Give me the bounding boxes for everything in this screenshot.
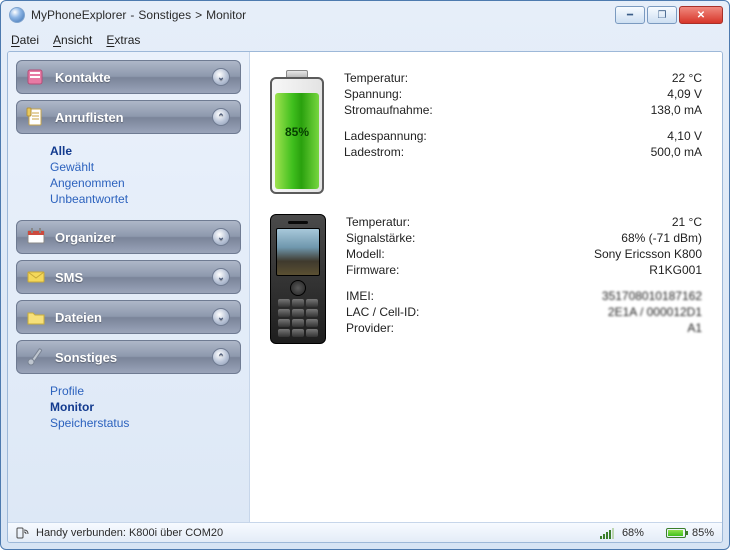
calllist-icon <box>25 106 47 128</box>
metric-value: 68% (-71 dBm) <box>621 231 702 245</box>
sidebar-item-anruflisten[interactable]: Anruflisten ⌃ <box>16 100 241 134</box>
sidebar-item-label: Organizer <box>55 230 212 245</box>
chevron-up-icon: ⌃ <box>212 108 230 126</box>
status-signal: 68% <box>622 527 644 539</box>
breadcrumb-page: Monitor <box>206 8 246 22</box>
metric-value: 2E1A / 000012D1 <box>608 305 702 319</box>
metric-value: A1 <box>687 321 702 335</box>
metric-value: 500,0 mA <box>651 145 702 159</box>
sidebar: Kontakte ⌄ Anruflisten ⌃ Alle Gewählt An… <box>8 52 250 522</box>
metric-value: 4,10 V <box>667 129 702 143</box>
folder-icon <box>25 306 47 328</box>
metric-value: 22 °C <box>672 71 702 85</box>
metric-key: Stromaufnahme: <box>344 103 433 117</box>
menu-file[interactable]: Datei <box>11 33 39 47</box>
metric-value: 4,09 V <box>667 87 702 101</box>
sidebar-subitem-monitor[interactable]: Monitor <box>50 400 233 414</box>
phone-section: Temperatur: 21 °C Signalstärke: 68% (-71 d… <box>270 214 702 344</box>
sidebar-item-dateien[interactable]: Dateien ⌄ <box>16 300 241 334</box>
contacts-icon <box>25 66 47 88</box>
sidebar-subitem-unbeantwortet[interactable]: Unbeantwortet <box>50 192 233 206</box>
metric-value: 351708010187162 <box>602 289 702 303</box>
metric-key: Ladestrom: <box>344 145 404 159</box>
metric-key: Modell: <box>346 247 385 261</box>
metric-key: LAC / Cell-ID: <box>346 305 419 319</box>
battery-status-icon <box>666 528 686 538</box>
metric-key: Ladespannung: <box>344 129 427 143</box>
status-battery: 85% <box>692 527 714 539</box>
tools-icon <box>25 346 47 368</box>
battery-percent: 85% <box>285 125 309 139</box>
chevron-down-icon: ⌄ <box>212 228 230 246</box>
sidebar-item-sms[interactable]: SMS ⌄ <box>16 260 241 294</box>
chevron-down-icon: ⌄ <box>212 308 230 326</box>
metric-key: Firmware: <box>346 263 399 277</box>
statusbar: Handy verbunden: K800i über COM20 68% 85… <box>8 522 722 542</box>
sidebar-item-label: SMS <box>55 270 212 285</box>
anruflisten-subitems: Alle Gewählt Angenommen Unbeantwortet <box>16 140 241 214</box>
status-connection: Handy verbunden: K800i über COM20 <box>36 527 223 539</box>
minimize-button[interactable]: ━ <box>615 6 645 24</box>
metric-value: R1KG001 <box>649 263 702 277</box>
sidebar-item-label: Dateien <box>55 310 212 325</box>
phone-icon <box>270 214 326 344</box>
sidebar-item-label: Sonstiges <box>55 350 212 365</box>
sidebar-subitem-speicherstatus[interactable]: Speicherstatus <box>50 416 233 430</box>
chevron-down-icon: ⌄ <box>212 268 230 286</box>
sonstiges-subitems: Profile Monitor Speicherstatus <box>16 380 241 438</box>
metric-value: Sony Ericsson K800 <box>594 247 702 261</box>
restore-button[interactable]: ❐ <box>647 6 677 24</box>
sidebar-subitem-profile[interactable]: Profile <box>50 384 233 398</box>
menu-extras[interactable]: Extras <box>106 33 140 47</box>
metric-value: 138,0 mA <box>651 103 702 117</box>
battery-section: 85% Temperatur: 22 °C Spannung: 4,09 V Str… <box>270 70 702 194</box>
sidebar-subitem-gewaehlt[interactable]: Gewählt <box>50 160 233 174</box>
battery-metrics: Temperatur: 22 °C Spannung: 4,09 V Stromau… <box>344 70 702 194</box>
metric-value: 21 °C <box>672 215 702 229</box>
close-button[interactable]: ✕ <box>679 6 723 24</box>
client-area: Kontakte ⌄ Anruflisten ⌃ Alle Gewählt An… <box>7 51 723 543</box>
titlebar: MyPhoneExplorer - Sonstiges > Monitor ━ … <box>1 1 729 29</box>
envelope-icon <box>25 266 47 288</box>
metric-key: Spannung: <box>344 87 402 101</box>
metric-key: Provider: <box>346 321 394 335</box>
sidebar-item-label: Anruflisten <box>55 110 212 125</box>
phone-connected-icon <box>16 527 30 539</box>
breadcrumb-group: Sonstiges <box>138 8 191 22</box>
phone-metrics: Temperatur: 21 °C Signalstärke: 68% (-71 d… <box>346 214 702 344</box>
sidebar-subitem-alle[interactable]: Alle <box>50 144 233 158</box>
organizer-icon <box>25 226 47 248</box>
app-window: MyPhoneExplorer - Sonstiges > Monitor ━ … <box>0 0 730 550</box>
menu-view[interactable]: Ansicht <box>53 33 92 47</box>
menubar: Datei Ansicht Extras <box>1 29 729 51</box>
metric-key: Signalstärke: <box>346 231 415 245</box>
sidebar-subitem-angenommen[interactable]: Angenommen <box>50 176 233 190</box>
main-content: 85% Temperatur: 22 °C Spannung: 4,09 V Str… <box>250 52 722 522</box>
battery-icon: 85% <box>270 70 324 194</box>
app-name: MyPhoneExplorer <box>31 8 126 22</box>
chevron-down-icon: ⌄ <box>212 68 230 86</box>
signal-icon <box>600 527 616 539</box>
app-icon <box>9 7 25 23</box>
chevron-up-icon: ⌃ <box>212 348 230 366</box>
sidebar-item-kontakte[interactable]: Kontakte ⌄ <box>16 60 241 94</box>
metric-key: Temperatur: <box>346 215 410 229</box>
sidebar-item-sonstiges[interactable]: Sonstiges ⌃ <box>16 340 241 374</box>
metric-key: Temperatur: <box>344 71 408 85</box>
sidebar-item-label: Kontakte <box>55 70 212 85</box>
metric-key: IMEI: <box>346 289 374 303</box>
sidebar-item-organizer[interactable]: Organizer ⌄ <box>16 220 241 254</box>
